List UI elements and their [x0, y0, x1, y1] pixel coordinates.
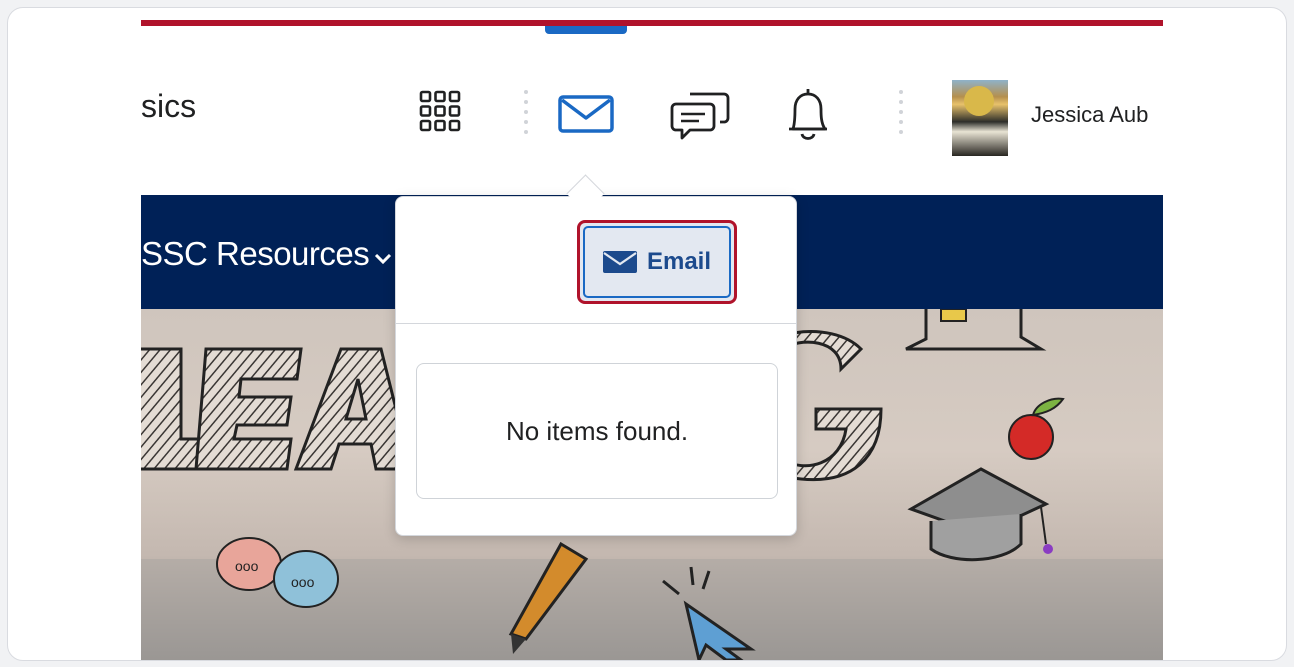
mail-icon[interactable]	[551, 90, 621, 138]
empty-state-message: No items found.	[505, 415, 689, 446]
envelope-icon	[602, 251, 637, 273]
top-accent-bar	[141, 20, 1163, 26]
course-title[interactable]: sics	[141, 88, 196, 125]
course-selector-icon[interactable]	[411, 82, 469, 140]
svg-text:ooo: ooo	[291, 574, 315, 590]
nav-separator	[899, 90, 903, 136]
empty-state: No items found.	[416, 363, 778, 499]
active-indicator	[545, 26, 627, 34]
email-button[interactable]: Email	[577, 220, 737, 304]
svg-text:ooo: ooo	[235, 558, 259, 574]
notification-bell-icon[interactable]	[779, 84, 837, 146]
chevron-down-icon	[374, 253, 392, 265]
nav-separator	[524, 90, 528, 136]
mail-popover: Email No items found.	[395, 196, 797, 536]
page-content: sics Jessica Aub SSC Resources ooo ooo E…	[141, 8, 1163, 660]
popover-header: Email	[396, 197, 796, 324]
user-name[interactable]: Jessica Aub	[1031, 102, 1148, 128]
nav-item-resources[interactable]: SSC Resources	[141, 235, 370, 273]
email-button-label: Email	[646, 248, 712, 275]
user-avatar[interactable]	[952, 80, 1008, 156]
browser-viewport: sics Jessica Aub SSC Resources ooo ooo E…	[7, 7, 1287, 661]
chat-icon[interactable]	[669, 86, 733, 144]
